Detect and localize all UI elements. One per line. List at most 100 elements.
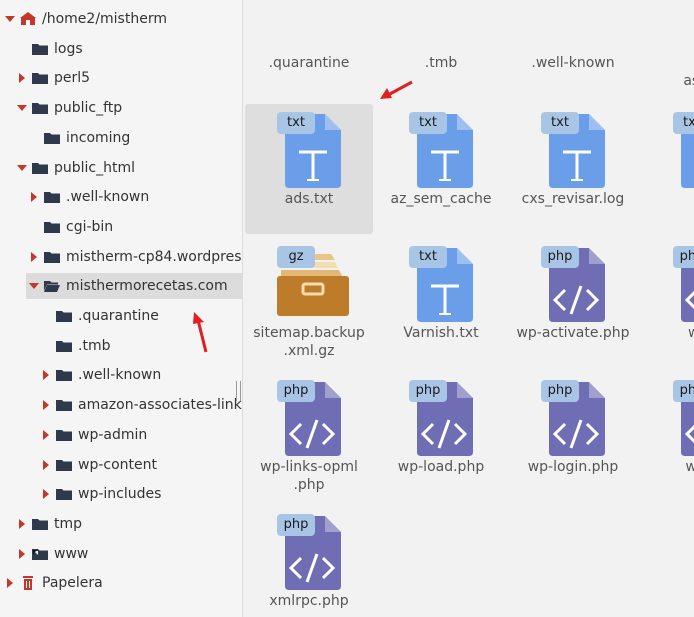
folder-icon xyxy=(56,458,72,472)
folder-icon xyxy=(277,0,349,40)
tree-node[interactable]: /home2/mistherm xyxy=(4,6,242,32)
file-name-line: sitemap.backup xyxy=(253,325,365,341)
tree-node-label: tmp xyxy=(54,515,83,532)
expand-caret-icon[interactable] xyxy=(40,369,52,381)
tree-node[interactable]: amazon-associates-link- xyxy=(40,392,242,418)
tree-node[interactable]: tmp xyxy=(16,511,242,537)
file-item[interactable]: php wp-login.php xyxy=(509,372,637,502)
tree-node[interactable]: www xyxy=(16,541,242,567)
php-file-icon: php xyxy=(277,512,349,592)
file-name-line: .quarantine xyxy=(268,55,350,71)
folder-icon xyxy=(32,161,48,175)
caret-spacer xyxy=(40,310,52,322)
tree-resize-handle[interactable] xyxy=(236,381,241,401)
file-type-badge: txt xyxy=(673,112,694,134)
txt-file-icon: txt xyxy=(409,110,481,190)
tree-node[interactable]: incoming xyxy=(28,125,242,151)
file-name: xmlrpc.php xyxy=(245,592,373,610)
file-name-line: wp-links-opml xyxy=(260,459,358,475)
file-item[interactable]: php wp-load.php xyxy=(377,372,505,502)
expand-caret-icon[interactable] xyxy=(16,72,28,84)
file-name: ads.txt xyxy=(245,190,373,208)
file-name: wp-load.php xyxy=(377,458,505,476)
tree-node[interactable]: misthermorecetas.com xyxy=(26,273,242,300)
file-item[interactable]: txt az_sem_cache xyxy=(377,104,505,234)
file-item[interactable]: php wp-a xyxy=(641,238,694,368)
expand-caret-icon[interactable] xyxy=(4,577,16,589)
tree-node[interactable]: .well-known xyxy=(40,362,242,388)
expand-caret-icon[interactable] xyxy=(16,548,28,560)
collapse-caret-icon[interactable] xyxy=(28,280,40,292)
expand-caret-icon[interactable] xyxy=(40,399,52,411)
tree-node[interactable]: public_html xyxy=(16,155,242,181)
folder-icon xyxy=(56,309,72,323)
file-item[interactable]: .tmb xyxy=(377,0,505,88)
tree-node[interactable]: public_ftp xyxy=(16,95,242,121)
tree-node[interactable]: wp-content xyxy=(40,452,242,478)
folder-tree: /home2/mistherm logs perl5 public_ftpincomi… xyxy=(0,0,243,617)
collapse-caret-icon[interactable] xyxy=(4,13,16,25)
tree-node-label: cgi-bin xyxy=(66,218,114,235)
file-item[interactable]: txt Varnish.txt xyxy=(377,238,505,368)
folder-icon xyxy=(673,0,694,40)
expand-caret-icon[interactable] xyxy=(40,459,52,471)
expand-caret-icon[interactable] xyxy=(16,518,28,530)
tree-node[interactable]: Papelera xyxy=(4,570,242,596)
tree-node[interactable]: wp-admin xyxy=(40,422,242,448)
file-type-badge: php xyxy=(673,380,694,402)
file-item[interactable]: php wp-links-opml .php xyxy=(245,372,373,502)
file-name: sitemap.backup .xml.gz xyxy=(245,324,373,360)
tree-node-label: .well-known xyxy=(78,367,162,384)
expand-caret-icon[interactable] xyxy=(28,191,40,203)
file-type-badge: txt xyxy=(409,112,447,134)
file-item[interactable]: .quarantine xyxy=(245,0,373,88)
file-type-badge: php xyxy=(277,514,315,536)
file-name: err xyxy=(641,190,694,208)
folder-icon xyxy=(409,0,481,40)
folder-icon xyxy=(56,368,72,382)
tree-node-label: .well-known xyxy=(66,189,150,206)
folder-link-icon xyxy=(32,547,48,561)
file-item[interactable]: php wp-m xyxy=(641,372,694,502)
expand-caret-icon[interactable] xyxy=(40,488,52,500)
file-name-line: Varnish.txt xyxy=(403,325,479,341)
file-item[interactable]: txt cxs_revisar.log xyxy=(509,104,637,234)
file-item[interactable]: php wp-activate.php xyxy=(509,238,637,368)
file-type-badge: php xyxy=(277,380,315,402)
tree-node[interactable]: .quarantine xyxy=(40,303,242,329)
tree-node[interactable]: cgi-bin xyxy=(28,214,242,240)
caret-spacer xyxy=(28,132,40,144)
file-item[interactable]: .well-known xyxy=(509,0,637,88)
collapse-caret-icon[interactable] xyxy=(16,162,28,174)
tree-node[interactable]: .well-known xyxy=(28,184,242,210)
file-name: .quarantine xyxy=(245,54,373,72)
expand-caret-icon[interactable] xyxy=(28,251,40,263)
tree-node-label: incoming xyxy=(66,129,131,146)
tree-node-label: public_ftp xyxy=(54,100,123,117)
file-item[interactable]: gz sitemap.backup .xml.gz xyxy=(245,238,373,368)
file-item[interactable]: php xmlrpc.php xyxy=(245,506,373,617)
folder-icon xyxy=(44,220,60,234)
tree-node-label: .quarantine xyxy=(78,308,159,324)
folder-icon xyxy=(56,487,72,501)
folder-icon xyxy=(44,131,60,145)
file-item[interactable]: amassoci xyxy=(641,0,694,89)
file-name-line: .tmb xyxy=(424,55,458,71)
php-file-icon: php xyxy=(673,378,694,458)
tree-node-label: wp-admin xyxy=(78,426,148,443)
file-item[interactable]: txt ads.txt xyxy=(245,104,373,234)
tree-node[interactable]: mistherm-cp84.wordpress xyxy=(28,244,242,270)
file-type-badge: gz xyxy=(277,246,315,268)
tree-node[interactable]: wp-includes xyxy=(40,481,242,507)
file-item[interactable]: txt err xyxy=(641,104,694,234)
tree-node[interactable]: logs xyxy=(16,36,242,62)
tree-node-label: .tmb xyxy=(78,337,111,354)
file-name: wp-a xyxy=(641,324,694,342)
expand-caret-icon[interactable] xyxy=(40,429,52,441)
file-name: wp-m xyxy=(641,458,694,476)
collapse-caret-icon[interactable] xyxy=(16,102,28,114)
tree-node-label: www xyxy=(54,545,89,562)
tree-node[interactable]: .tmb xyxy=(40,333,242,359)
php-file-icon: php xyxy=(277,378,349,458)
tree-node[interactable]: perl5 xyxy=(16,65,242,91)
